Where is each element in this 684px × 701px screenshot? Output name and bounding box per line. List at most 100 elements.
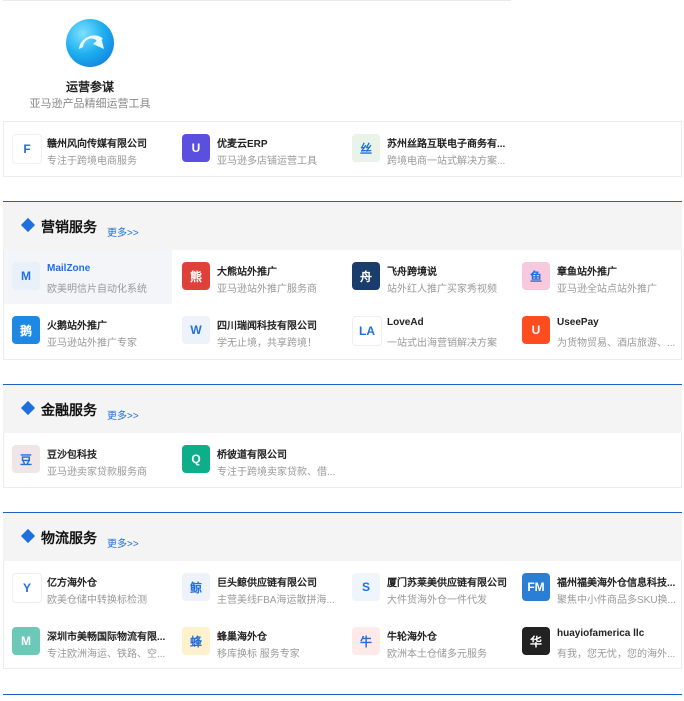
- service-name: 福州福美海外仓信息科技...: [557, 578, 676, 589]
- service-name: 苏州丝路互联电子商务有...: [387, 139, 506, 150]
- yunying-canmou-logo-icon: [66, 19, 114, 67]
- service-item[interactable]: 豆豆沙包科技亚马逊卖家贷款服务商: [4, 433, 172, 487]
- service-item[interactable]: LA LoveAd 一站式出海营销解决方案: [344, 304, 512, 358]
- service-name: 亿方海外仓: [47, 578, 97, 589]
- section-header-finance: 金融服务 更多>>: [3, 385, 682, 433]
- youmai-logo-icon: U: [182, 134, 210, 162]
- service-item[interactable]: W 四川瑞闻科技有限公司 学无止境，共享跨境！: [174, 304, 342, 358]
- service-name: UseePay: [557, 317, 599, 328]
- service-name: LoveAd: [387, 317, 424, 328]
- service-desc: 欧美明信片自动化系统: [47, 284, 147, 295]
- service-item[interactable]: 熊大熊站外推广亚马逊站外推广服务商: [174, 250, 342, 304]
- service-name: 火鹅站外推广: [47, 321, 107, 332]
- more-link[interactable]: 更多>>: [107, 407, 139, 422]
- service-desc: 学无止境，共享跨境！: [217, 338, 317, 349]
- meichang-logo-icon: M: [12, 627, 40, 655]
- fumei-logo-icon: FM: [522, 573, 550, 601]
- diamond-icon: [20, 400, 36, 416]
- section-grid-finance: 豆豆沙包科技亚马逊卖家贷款服务商 Q 桥彼道有限公司专注于跨境卖家贷款、借...: [3, 433, 682, 488]
- service-desc: 移库换标 服务专家: [217, 649, 300, 660]
- section-grid-logistics: Y 亿方海外仓欧美仓储中转换标检测 鲸巨头鲸供应链有限公司主营美线FBA海运散拼海.…: [3, 561, 682, 669]
- section-title: 营销服务: [41, 219, 97, 235]
- qiaobidao-logo-icon: Q: [182, 445, 210, 473]
- section-grid-marketing: M MailZone 欧美明信片自动化系统熊大熊站外推广 亚马逊站外推广服务商舟飞舟跨…: [3, 250, 682, 360]
- huayi-logo-icon: 华: [522, 627, 550, 655]
- service-item[interactable]: Q 桥彼道有限公司专注于跨境卖家贷款、借...: [174, 433, 342, 487]
- service-name: 大熊站外推广: [217, 267, 277, 278]
- lovead-logo-icon: LA: [352, 316, 382, 346]
- featured-subtitle: 亚马逊产品精细运营工具: [29, 98, 151, 110]
- mailzone-logo-icon: M: [12, 262, 40, 290]
- service-item[interactable]: M MailZone 欧美明信片自动化系统: [4, 250, 172, 304]
- fengxiang-logo-icon: F: [12, 134, 42, 164]
- service-desc: 亚马逊多店铺运营工具: [217, 156, 317, 167]
- useepay-logo-icon: U: [522, 316, 550, 344]
- service-item[interactable]: S 厦门苏莱美供应链有限公司 大件货海外仓一件代发: [344, 561, 512, 615]
- service-name: 豆沙包科技: [47, 450, 97, 461]
- featured-tool-card[interactable]: 运营参谋 亚马逊产品精细运营工具: [3, 0, 171, 120]
- service-desc: 欧洲本土仓储多元服务: [387, 649, 487, 660]
- section-header-logistics: 物流服务 更多>>: [3, 513, 682, 561]
- service-name: 蜂巢海外仓: [217, 632, 267, 643]
- service-item[interactable]: 华 huayiofamerica llc 有我，您无忧，您的海外...: [514, 615, 682, 669]
- service-name: 四川瑞闻科技有限公司: [217, 321, 317, 332]
- service-item[interactable]: 蜂蜂巢海外仓移库换标 服务专家: [174, 615, 342, 669]
- service-desc: 主营美线FBA海运散拼海...: [217, 595, 335, 606]
- yifang-logo-icon: Y: [12, 573, 42, 603]
- service-name: 巨头鲸供应链有限公司: [217, 578, 317, 589]
- service-desc: 聚焦中小件商品多SKU换...: [557, 595, 676, 606]
- niulun-logo-icon: 牛: [352, 627, 380, 655]
- feizhou-logo-icon: 舟: [352, 262, 380, 290]
- diamond-icon: [20, 528, 36, 544]
- service-name: 深圳市美畅国际物流有限...: [47, 632, 166, 643]
- sulaimei-logo-icon: S: [352, 573, 380, 601]
- section-divider: [3, 694, 682, 695]
- service-desc: 跨境电商一站式解决方案...: [387, 156, 506, 167]
- service-desc: 亚马逊站外推广服务商: [217, 284, 317, 295]
- service-desc: 亚马逊卖家贷款服务商: [47, 467, 147, 478]
- service-desc: 欧美仓储中转换标检测: [47, 595, 147, 606]
- service-name: 厦门苏莱美供应链有限公司: [387, 578, 507, 589]
- service-item[interactable]: F 赣州风向传媒有限公司 专注于跨境电商服务: [4, 122, 172, 176]
- huoe-logo-icon: 鹅: [12, 316, 40, 344]
- service-item[interactable]: FM 福州福美海外仓信息科技... 聚焦中小件商品多SKU换...: [514, 561, 682, 615]
- ruiwen-logo-icon: W: [182, 316, 210, 344]
- service-name: MailZone: [47, 263, 91, 274]
- service-name: 章鱼站外推广: [557, 267, 617, 278]
- service-item[interactable]: 鱼章鱼站外推广亚马逊全站点站外推广: [514, 250, 682, 304]
- service-name: 优麦云ERP: [217, 139, 268, 150]
- service-desc: 专注于跨境电商服务: [47, 156, 137, 167]
- more-link[interactable]: 更多>>: [107, 535, 139, 550]
- service-desc: 大件货海外仓一件代发: [387, 595, 487, 606]
- diamond-icon: [20, 217, 36, 233]
- service-item[interactable]: U 优麦云ERP 亚马逊多店铺运营工具: [174, 122, 342, 176]
- service-desc: 专注于跨境卖家贷款、借...: [217, 467, 336, 478]
- service-name: 飞舟跨境说: [387, 267, 437, 278]
- service-desc: 亚马逊站外推广专家: [47, 338, 137, 349]
- silu-logo-icon: 丝: [352, 134, 380, 162]
- service-item[interactable]: 牛牛轮海外仓 欧洲本土仓储多元服务: [344, 615, 512, 669]
- service-item[interactable]: 舟飞舟跨境说站外红人推广买家秀视频: [344, 250, 512, 304]
- service-name: 桥彼道有限公司: [217, 450, 287, 461]
- octopus-logo-icon: 鱼: [522, 262, 550, 290]
- service-item[interactable]: M 深圳市美畅国际物流有限... 专注欧洲海运、铁路、空...: [4, 615, 172, 669]
- service-desc: 亚马逊全站点站外推广: [557, 284, 657, 295]
- service-item[interactable]: 鲸巨头鲸供应链有限公司主营美线FBA海运散拼海...: [174, 561, 342, 615]
- service-desc: 站外红人推广买家秀视频: [387, 284, 497, 295]
- service-item[interactable]: 丝苏州丝路互联电子商务有... 跨境电商一站式解决方案...: [344, 122, 512, 176]
- service-item[interactable]: 鹅火鹅站外推广亚马逊站外推广专家: [4, 304, 172, 358]
- service-name: 赣州风向传媒有限公司: [47, 139, 147, 150]
- service-name: huayiofamerica llc: [557, 628, 645, 639]
- section-title: 金融服务: [41, 402, 97, 418]
- more-link[interactable]: 更多>>: [107, 224, 139, 239]
- top-items-row: F 赣州风向传媒有限公司 专注于跨境电商服务 U 优麦云ERP 亚马逊多店铺运营工具 丝苏州…: [3, 121, 682, 177]
- jutoujing-logo-icon: 鲸: [182, 573, 210, 601]
- service-item[interactable]: U UseePay 为货物贸易、酒店旅游、...: [514, 304, 682, 358]
- doushabao-logo-icon: 豆: [12, 445, 40, 473]
- fengchao-logo-icon: 蜂: [182, 627, 210, 655]
- service-desc: 专注欧洲海运、铁路、空...: [47, 649, 166, 660]
- service-desc: 为货物贸易、酒店旅游、...: [557, 338, 676, 349]
- bear-logo-icon: 熊: [182, 262, 210, 290]
- section-title: 物流服务: [41, 530, 97, 546]
- service-item[interactable]: Y 亿方海外仓欧美仓储中转换标检测: [4, 561, 172, 615]
